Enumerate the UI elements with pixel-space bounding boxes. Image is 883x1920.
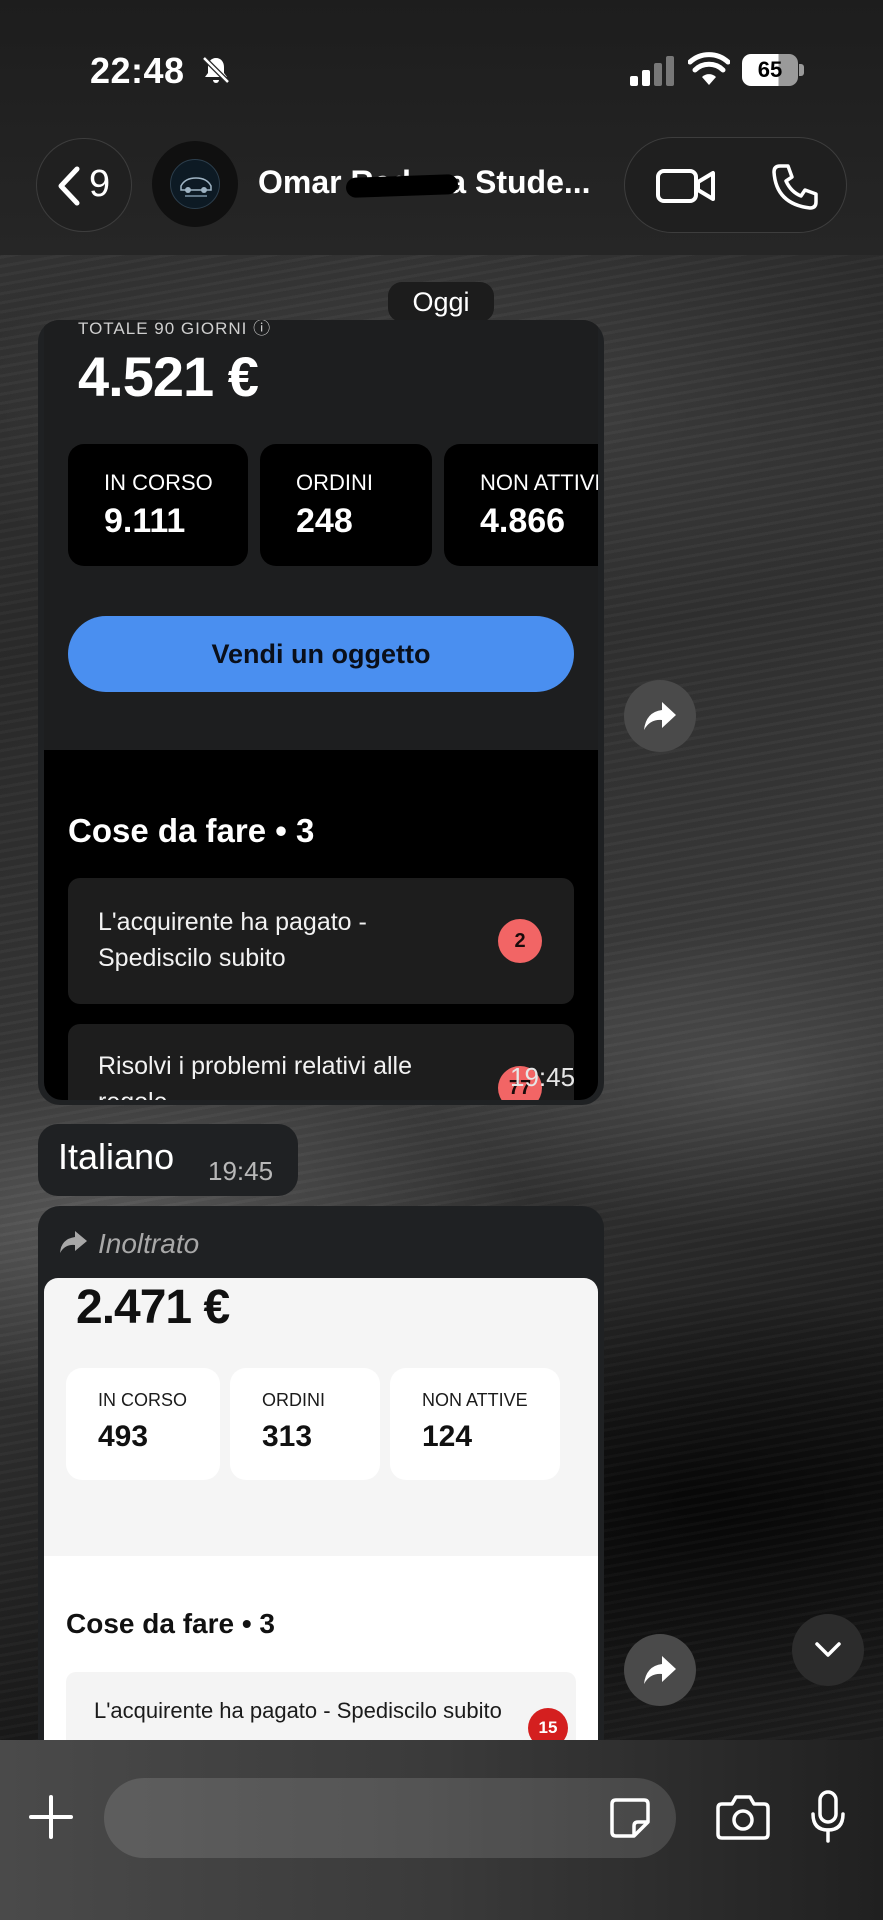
shared-screenshot-light[interactable]: 2.471 € IN CORSO 493 ORDINI 313 NON ATTI… [44,1278,598,1746]
stat-value: 9.111 [104,502,186,540]
todo-item: L'acquirente ha pagato - Spediscilo subi… [66,1672,576,1746]
chevron-left-icon [58,166,80,206]
stat-label: ORDINI [262,1390,325,1410]
stat-label: IN CORSO [104,470,213,495]
todo-title: Cose da fare • 3 [66,1608,276,1639]
todo-text: L'acquirente ha pagato - Spediscilo subi… [98,908,367,972]
forward-button[interactable] [624,680,696,752]
stat-card: ORDINI 248 [260,444,432,566]
todo-text: L'acquirente ha pagato - Spediscilo subi… [94,1698,502,1723]
shared-screenshot-dark[interactable]: TOTALE 90 GIORNI ⓘ 4.521 € IN CORSO 9.11… [44,320,598,1100]
sell-item-button: Vendi un oggetto [68,616,574,692]
screenshot-todo-section: Cose da fare • 3 L'acquirente ha pagato … [44,1556,598,1746]
image-message-bubble[interactable]: TOTALE 90 GIORNI ⓘ 4.521 € IN CORSO 9.11… [38,320,604,1105]
scroll-to-bottom-button[interactable] [792,1614,864,1686]
todo-text: Risolvi i problemi relativi alle regole [98,1052,412,1100]
forwarded-image-message-bubble[interactable]: Inoltrato 2.471 € IN CORSO 493 ORDINI 31… [38,1206,604,1746]
stat-card: NON ATTIVE 124 [390,1368,560,1480]
company-logo [170,159,220,209]
forward-arrow-icon [644,702,676,730]
stat-value: 493 [98,1420,149,1453]
video-call-icon[interactable] [655,162,717,210]
status-time: 22:48 [90,50,185,91]
microphone-icon[interactable] [810,1790,846,1844]
forward-arrow-icon [644,1656,676,1684]
battery-tip [799,64,804,76]
text-message-bubble[interactable]: Italiano 19:45 [38,1124,298,1196]
sticker-icon[interactable] [608,1796,652,1840]
chevron-down-icon [815,1642,841,1657]
todo-item: Risolvi i problemi relativi alle regole … [68,1024,574,1100]
contact-avatar[interactable] [152,141,238,227]
phone-call-icon[interactable] [770,162,820,212]
forwarded-label: Inoltrato [98,1228,200,1259]
unread-count: 9 [89,163,111,205]
back-button[interactable]: 9 [36,138,132,232]
battery-level: 65 [742,54,798,86]
car-logo-icon [180,177,212,197]
total-amount: 4.521 € [78,345,259,408]
stat-value: 4.866 [480,502,566,540]
chat-header: 22:48 65 9 Omar Stude... [0,0,883,255]
stat-card: IN CORSO 9.111 [68,444,248,566]
message-composer [0,1740,883,1920]
total-period-label: TOTALE 90 GIORNI ⓘ [78,320,272,338]
screenshot-todo-section: Cose da fare • 3 L'acquirente ha pagato … [44,750,598,1100]
name-redaction-mark [345,174,459,198]
stat-label: NON ATTIVE [480,470,598,495]
stat-label: IN CORSO [98,1390,188,1410]
message-time: 19:45 [510,1062,576,1092]
bell-muted-icon [202,56,230,84]
date-separator: Oggi [388,282,494,322]
call-actions [624,137,847,233]
stat-card: NON ATTIVE 4.866 [444,444,598,566]
message-time: 19:45 [208,1156,274,1186]
screenshot-summary-section: TOTALE 90 GIORNI ⓘ 4.521 € IN CORSO 9.11… [44,320,598,750]
stat-value: 313 [262,1420,313,1453]
message-input[interactable] [104,1778,676,1858]
stat-value: 124 [422,1420,473,1453]
todo-badge: 2 [498,919,542,963]
camera-icon[interactable] [716,1794,770,1840]
todo-title: Cose da fare • 3 [68,812,315,849]
stat-label: NON ATTIVE [422,1390,528,1410]
plus-icon[interactable] [28,1794,74,1840]
stat-value: 248 [296,502,353,540]
todo-item: L'acquirente ha pagato - Spediscilo subi… [68,878,574,1004]
cellular-signal-icon [630,56,674,86]
message-text: Italiano [58,1136,175,1177]
stat-card: IN CORSO 493 [66,1368,220,1480]
total-amount: 2.471 € [76,1281,230,1334]
wifi-icon [688,52,730,85]
stat-label: ORDINI [296,470,373,495]
stat-card: ORDINI 313 [230,1368,380,1480]
forwarded-arrow-icon [60,1231,87,1253]
forward-button[interactable] [624,1634,696,1706]
battery-indicator: 65 [742,54,804,86]
